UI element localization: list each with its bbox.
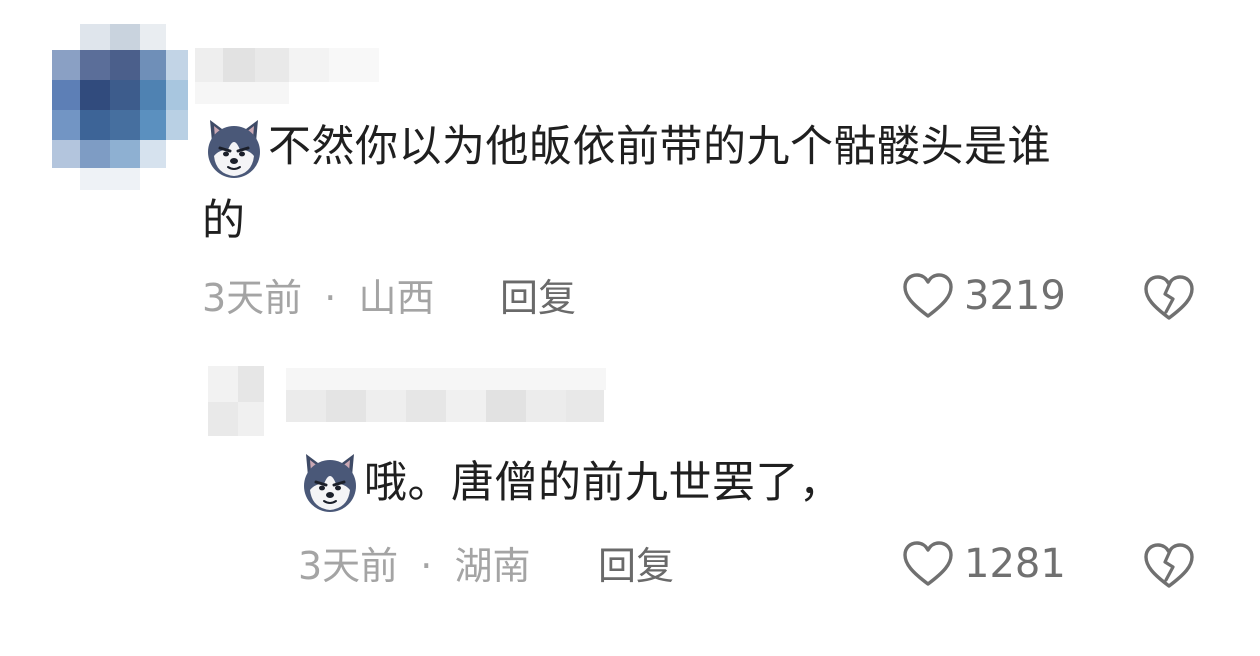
like-button[interactable]: 1281 [902, 540, 1066, 588]
comment-text-body: 哦。唐僧的前九世罢了， [364, 458, 843, 508]
husky-emoji-icon [202, 116, 266, 180]
comment-text-line2: 的 [202, 196, 246, 246]
like-count: 3219 [964, 273, 1066, 319]
reply-button[interactable]: 回复 [500, 274, 576, 322]
dislike-button[interactable] [1142, 542, 1196, 594]
avatar-blurred[interactable] [52, 24, 192, 194]
like-count: 1281 [964, 541, 1066, 587]
dislike-button[interactable] [1142, 274, 1196, 326]
comment-location: 湖南 [454, 544, 531, 588]
comment-text-continued: 的 [202, 186, 246, 256]
avatar-blurred[interactable] [208, 366, 268, 440]
meta-separator: · [420, 544, 433, 588]
comment-meta: 3天前 · 山西 [202, 274, 434, 322]
broken-heart-icon [1144, 543, 1194, 588]
username-blurred[interactable] [195, 48, 395, 108]
meta-separator: · [324, 276, 337, 320]
username-blurred[interactable] [286, 368, 610, 428]
heart-outline-icon [903, 541, 953, 586]
reply-button[interactable]: 回复 [598, 542, 674, 590]
comment-time: 3天前 [298, 544, 399, 588]
comment-meta: 3天前 · 湖南 [298, 542, 530, 590]
comment-text: 不然你以为他皈依前带的九个骷髅头是谁 [268, 112, 1051, 182]
comment-text: 哦。唐僧的前九世罢了， [364, 448, 843, 518]
broken-heart-icon [1144, 275, 1194, 320]
comment-text-line1: 不然你以为他皈依前带的九个骷髅头是谁 [268, 122, 1051, 172]
comment-time: 3天前 [202, 276, 303, 320]
husky-emoji-icon [298, 450, 362, 514]
heart-outline-icon [903, 273, 953, 318]
like-button[interactable]: 3219 [902, 272, 1066, 320]
comment-location: 山西 [358, 276, 435, 320]
